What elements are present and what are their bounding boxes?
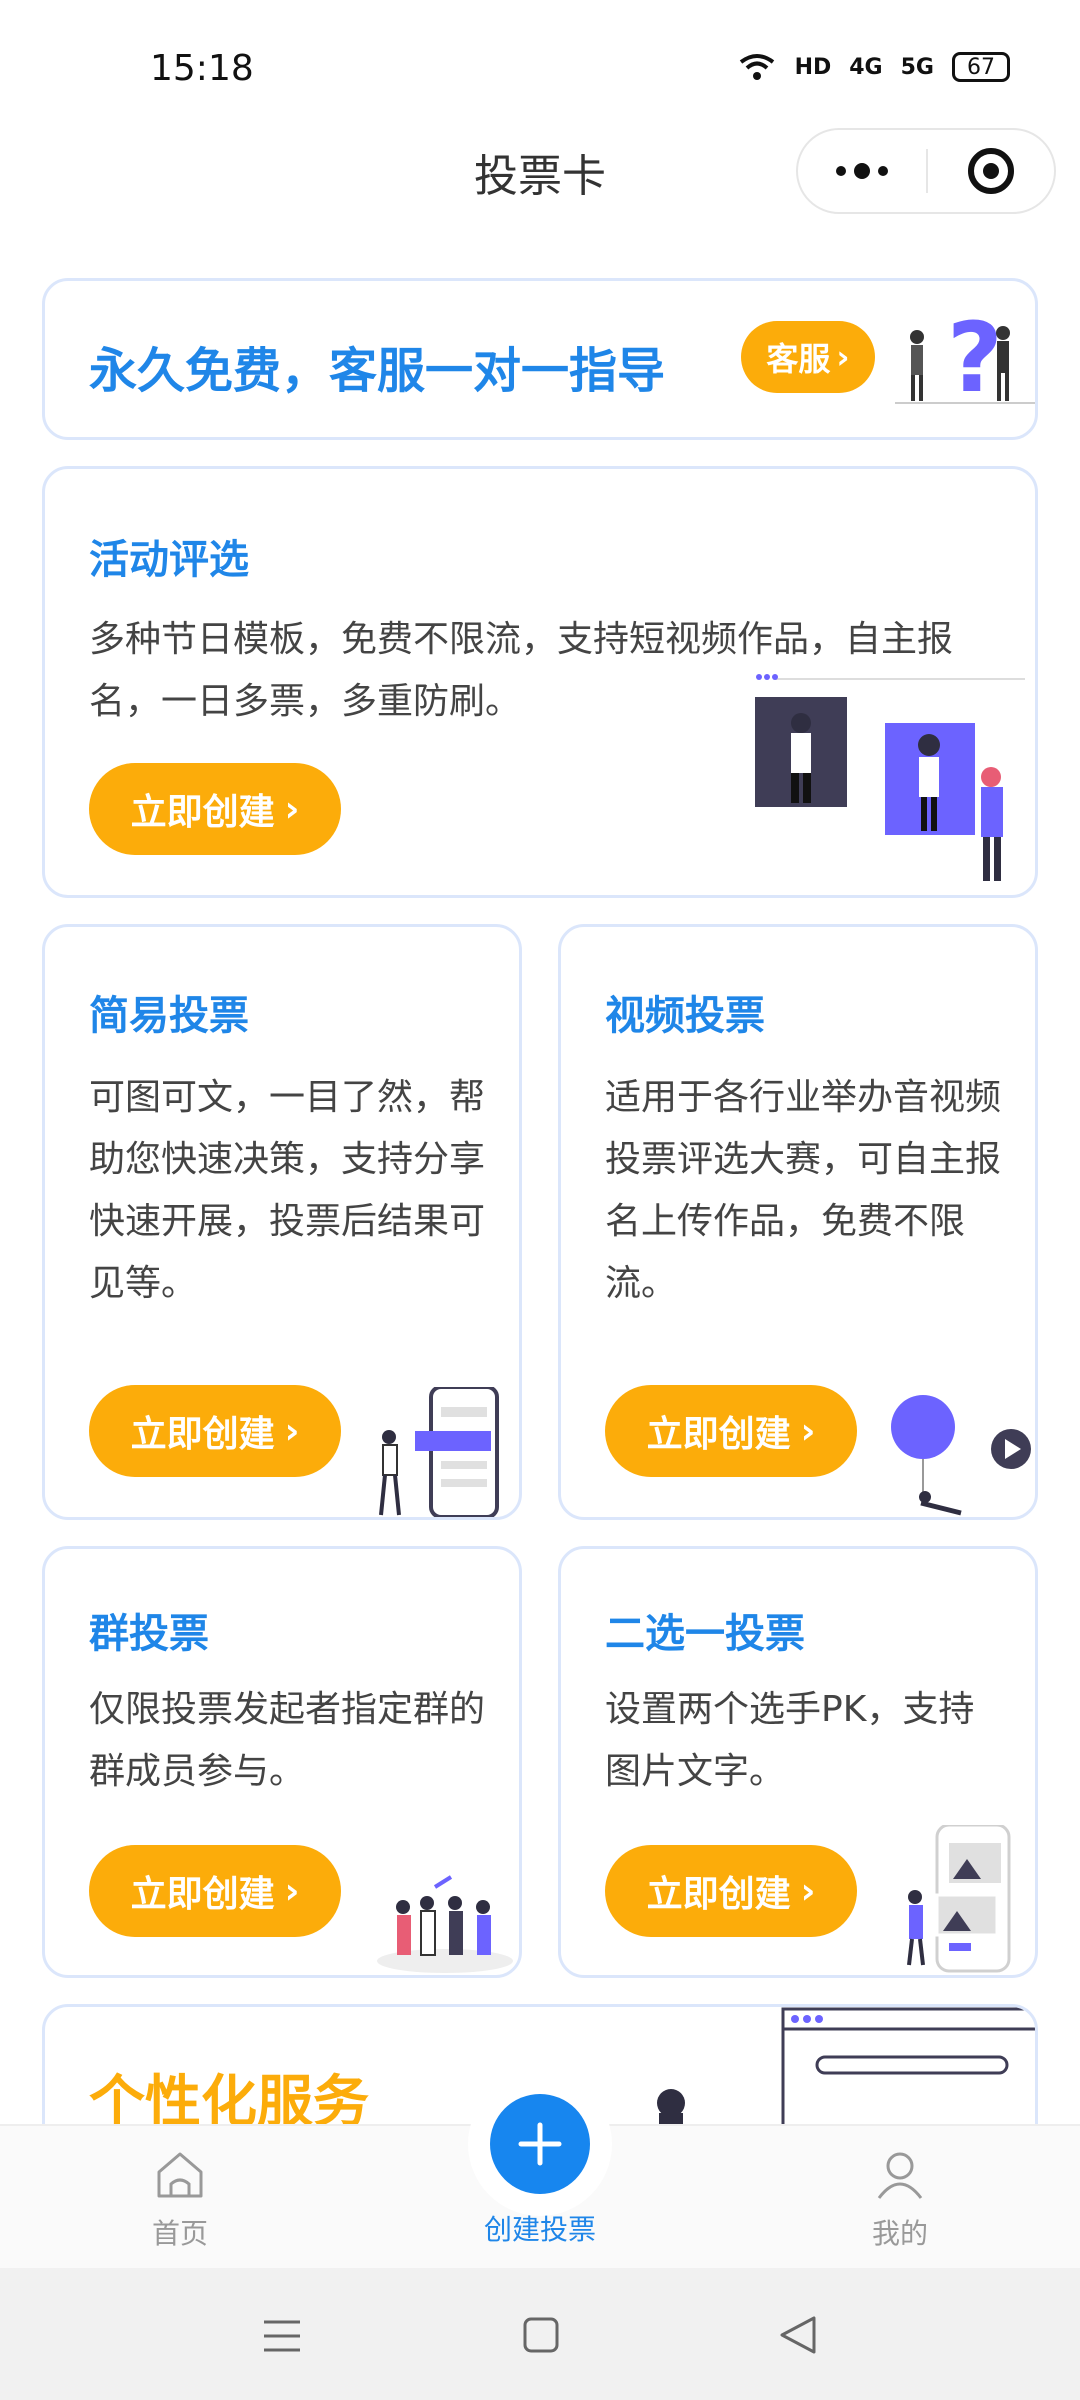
status-bar: 15:18 HD 4G 5G 67 xyxy=(0,0,1080,120)
phone-illustration xyxy=(379,1387,499,1517)
customer-service-label: 客服 xyxy=(766,340,831,378)
simple-vote-description: 可图可文，一目了然，帮助您快速决策，支持分享快速开展，投票后结果可见等。 xyxy=(89,1077,486,1304)
simple-vote-title: 简易投票 xyxy=(89,993,249,1039)
more-menu-icon[interactable] xyxy=(798,130,926,212)
video-vote-create-label: 立即创建 xyxy=(646,1414,791,1455)
customer-service-button[interactable]: 客服 › xyxy=(741,321,875,393)
banner-text: 永久免费，客服一对一指导 xyxy=(89,343,666,399)
group-vote-card[interactable]: 群投票 仅限投票发起者指定群的群成员参与。 立即创建 › xyxy=(42,1546,522,1978)
video-vote-create-button[interactable]: 立即创建 › xyxy=(605,1385,857,1477)
home-icon xyxy=(157,2152,203,2198)
tab-mine-label: 我的 xyxy=(871,2217,928,2250)
wifi-icon xyxy=(739,54,774,80)
chevron-right-icon: › xyxy=(800,1870,816,1912)
menu-icon[interactable] xyxy=(262,2316,302,2356)
chevron-right-icon: › xyxy=(284,788,300,830)
video-vote-title: 视频投票 xyxy=(605,993,765,1039)
simple-vote-create-label: 立即创建 xyxy=(130,1414,275,1455)
video-vote-description: 适用于各行业举办音视频投票评选大赛，可自主报名上传作品，免费不限流。 xyxy=(605,1077,1002,1304)
back-triangle-icon[interactable] xyxy=(778,2314,818,2356)
home-square-icon[interactable] xyxy=(522,2316,560,2354)
question-illustration: ? xyxy=(895,303,1035,414)
two-choice-vote-description: 设置两个选手PK，支持图片文字。 xyxy=(605,1689,975,1792)
team-illustration xyxy=(377,1875,513,1973)
chevron-right-icon: › xyxy=(284,1870,300,1912)
tab-mine[interactable]: 我的 xyxy=(810,2150,990,2252)
chevron-right-icon: › xyxy=(836,338,850,376)
activity-title: 活动评选 xyxy=(89,537,249,583)
plus-icon xyxy=(518,2122,562,2166)
image-compare-illustration xyxy=(907,1825,1011,1973)
mini-program-capsule xyxy=(796,128,1056,214)
two-choice-vote-card[interactable]: 二选一投票 设置两个选手PK，支持图片文字。 立即创建 › xyxy=(558,1546,1038,1978)
network-5g-icon: 5G xyxy=(900,54,934,80)
system-navigation-bar xyxy=(0,2268,1080,2400)
hd-badge: HD xyxy=(794,54,832,80)
simple-vote-card[interactable]: 简易投票 可图可文，一目了然，帮助您快速决策，支持分享快速开展，投票后结果可见等… xyxy=(42,924,522,1520)
video-illustration xyxy=(891,1395,1031,1516)
video-vote-card[interactable]: 视频投票 适用于各行业举办音视频投票评选大赛，可自主报名上传作品，免费不限流。 … xyxy=(558,924,1038,1520)
network-4g-icon: 4G xyxy=(849,54,883,80)
chevron-right-icon: › xyxy=(284,1410,300,1452)
activity-create-label: 立即创建 xyxy=(130,792,275,833)
status-time: 15:18 xyxy=(150,48,254,89)
status-icons: HD 4G 5G 67 xyxy=(737,52,1010,82)
tab-home-label: 首页 xyxy=(151,2217,208,2250)
close-miniprogram-icon[interactable] xyxy=(928,148,1054,194)
create-vote-fab[interactable] xyxy=(490,2094,590,2194)
two-choice-vote-title: 二选一投票 xyxy=(605,1611,805,1657)
user-icon xyxy=(877,2152,923,2199)
svg-text:?: ? xyxy=(947,303,1003,414)
group-vote-title: 群投票 xyxy=(89,1611,209,1657)
activity-create-button[interactable]: 立即创建 › xyxy=(89,763,341,855)
two-choice-vote-create-button[interactable]: 立即创建 › xyxy=(605,1845,857,1937)
simple-vote-create-button[interactable]: 立即创建 › xyxy=(89,1385,341,1477)
group-vote-description: 仅限投票发起者指定群的群成员参与。 xyxy=(89,1689,486,1792)
presentation-illustration xyxy=(755,674,1025,881)
group-vote-create-button[interactable]: 立即创建 › xyxy=(89,1845,341,1937)
group-vote-create-label: 立即创建 xyxy=(130,1874,275,1915)
tab-home[interactable]: 首页 xyxy=(90,2150,270,2252)
service-banner[interactable]: 永久免费，客服一对一指导 客服 › ? xyxy=(42,278,1038,440)
two-choice-vote-create-label: 立即创建 xyxy=(646,1874,791,1915)
activity-selection-card[interactable]: 活动评选 多种节日模板，免费不限流，支持短视频作品，自主报名，一日多票，多重防刷… xyxy=(42,466,1038,898)
battery-icon: 67 xyxy=(952,52,1010,82)
chevron-right-icon: › xyxy=(800,1410,816,1452)
